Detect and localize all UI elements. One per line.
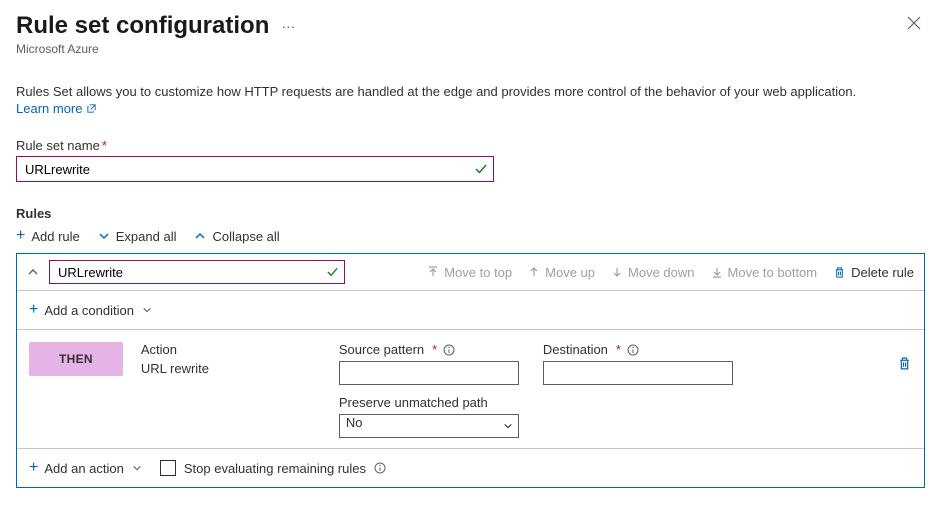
source-pattern-label: Source pattern — [339, 342, 424, 357]
close-icon[interactable] — [903, 12, 925, 34]
trash-icon — [833, 266, 846, 279]
external-link-icon — [86, 103, 97, 114]
move-to-top-button: Move to top — [427, 265, 512, 280]
plus-icon: + — [16, 227, 25, 245]
more-icon[interactable]: ··· — [281, 18, 295, 34]
rule-name-input[interactable] — [49, 260, 345, 284]
source-pattern-input[interactable] — [339, 361, 519, 385]
rules-section-label: Rules — [16, 206, 925, 221]
chevron-up-icon — [194, 230, 206, 242]
destination-input[interactable] — [543, 361, 733, 385]
preserve-path-select[interactable]: No — [339, 414, 519, 438]
add-condition-button[interactable]: Add a condition — [44, 303, 134, 318]
learn-more-label: Learn more — [16, 101, 82, 116]
learn-more-link[interactable]: Learn more — [16, 101, 97, 116]
then-badge: THEN — [29, 342, 123, 376]
check-icon — [474, 162, 488, 176]
chevron-down-icon — [98, 230, 110, 242]
page-title: Rule set configuration — [16, 12, 269, 40]
info-icon[interactable] — [627, 344, 639, 356]
move-up-button: Move up — [528, 265, 595, 280]
required-star: * — [102, 138, 107, 153]
action-label: Action — [141, 342, 321, 357]
stop-evaluating-checkbox[interactable] — [160, 460, 176, 476]
destination-label: Destination — [543, 342, 608, 357]
add-rule-button[interactable]: + Add rule — [16, 227, 80, 245]
required-star: * — [432, 342, 437, 357]
info-icon[interactable] — [374, 462, 386, 474]
collapse-all-button[interactable]: Collapse all — [194, 229, 279, 244]
move-down-button: Move down — [611, 265, 694, 280]
preserve-path-label: Preserve unmatched path — [339, 395, 488, 410]
description-text: Rules Set allows you to customize how HT… — [16, 84, 925, 99]
action-value: URL rewrite — [141, 361, 321, 376]
delete-rule-button[interactable]: Delete rule — [833, 265, 914, 280]
info-icon[interactable] — [443, 344, 455, 356]
ruleset-name-input[interactable] — [16, 156, 494, 182]
expand-all-button[interactable]: Expand all — [98, 229, 177, 244]
ruleset-name-label: Rule set name* — [16, 138, 925, 153]
plus-icon: + — [29, 459, 38, 477]
plus-icon: + — [29, 301, 38, 319]
move-to-bottom-button: Move to bottom — [711, 265, 818, 280]
required-star: * — [616, 342, 621, 357]
add-action-button[interactable]: + Add an action — [29, 459, 142, 477]
delete-action-button[interactable] — [897, 342, 912, 371]
check-icon — [326, 266, 339, 279]
page-subtitle: Microsoft Azure — [16, 42, 295, 56]
chevron-down-icon[interactable] — [142, 305, 152, 315]
rule-item: Move to top Move up Move down Move to bo… — [16, 253, 925, 488]
collapse-rule-toggle[interactable] — [27, 266, 39, 278]
chevron-down-icon — [132, 463, 142, 473]
stop-evaluating-label: Stop evaluating remaining rules — [184, 461, 366, 476]
